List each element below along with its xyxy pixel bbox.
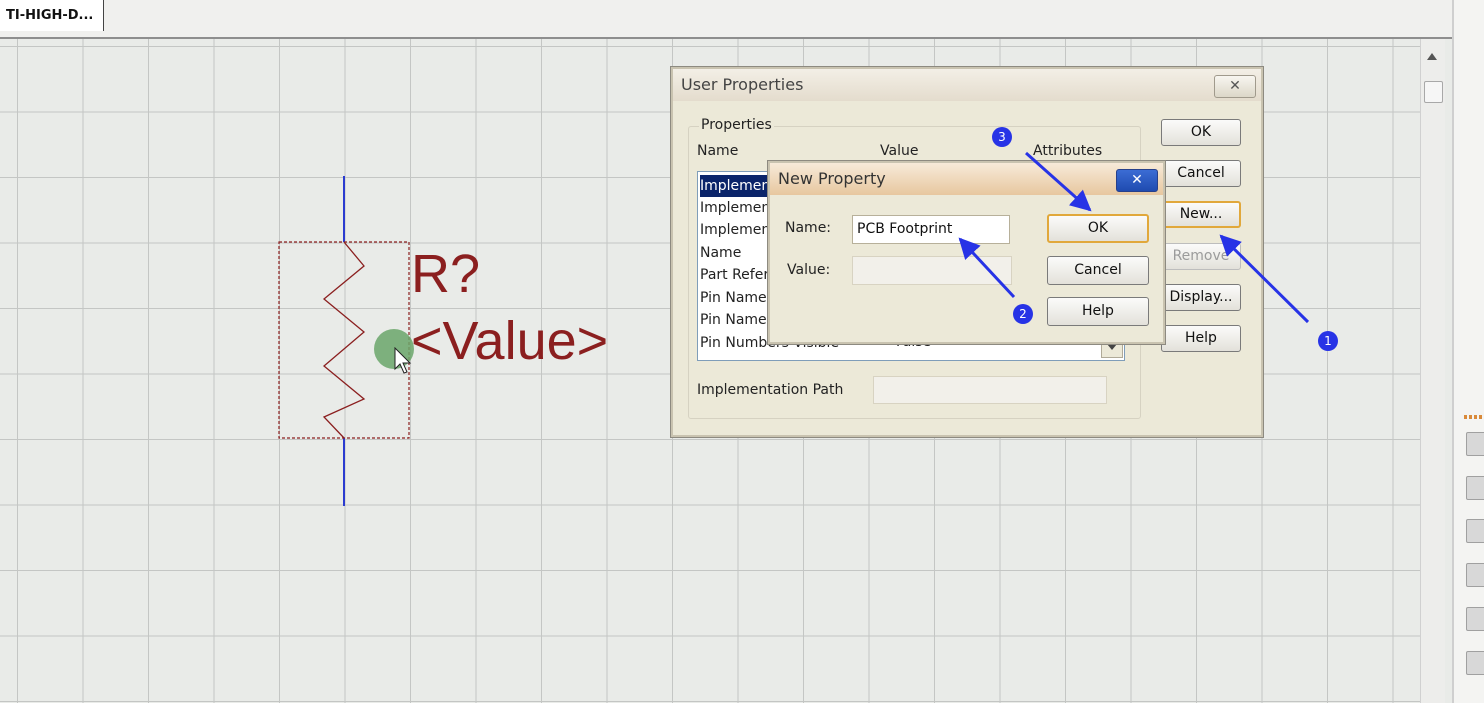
value-label[interactable]: <Value> [411, 311, 608, 371]
close-icon[interactable]: ✕ [1214, 75, 1256, 98]
column-header-value: Value [880, 143, 919, 159]
step-badge-2: 2 [1013, 304, 1033, 324]
list-item[interactable]: Pin Names [700, 309, 774, 331]
close-icon[interactable]: ✕ [1116, 169, 1158, 192]
scroll-up-arrow-icon[interactable] [1427, 53, 1437, 60]
scroll-thumb[interactable] [1424, 81, 1443, 103]
step-badge-3: 3 [992, 127, 1012, 147]
implementation-path-field[interactable] [873, 376, 1107, 404]
tool-icon-5[interactable] [1466, 607, 1484, 631]
mouse-cursor-icon [394, 347, 412, 374]
name-label: Name: [785, 220, 832, 236]
tool-icon-1[interactable] [1466, 432, 1484, 456]
tool-icon-2[interactable] [1466, 476, 1484, 500]
panel-grip [1464, 415, 1484, 419]
cancel-button[interactable]: Cancel [1047, 256, 1149, 285]
list-item[interactable]: Name [700, 242, 741, 264]
tool-icon-6[interactable] [1466, 651, 1484, 675]
value-label: Value: [787, 262, 831, 278]
remove-button[interactable]: Remove [1161, 243, 1241, 270]
column-header-name: Name [697, 143, 739, 159]
properties-group-label: Properties [699, 117, 774, 133]
new-property-titlebar[interactable]: New Property ✕ [770, 163, 1163, 195]
resistor-zigzag [322, 241, 366, 439]
new-button[interactable]: New... [1161, 201, 1241, 228]
list-item[interactable]: Implement [700, 197, 776, 219]
right-tool-panel [1452, 0, 1484, 703]
user-properties-titlebar[interactable]: User Properties ✕ [673, 69, 1261, 101]
display-button[interactable]: Display... [1161, 284, 1241, 311]
tool-icon-4[interactable] [1466, 563, 1484, 587]
cancel-button[interactable]: Cancel [1161, 160, 1241, 187]
new-property-dialog: New Property ✕ Name: PCB Footprint Value… [768, 161, 1165, 344]
step-badge-1: 1 [1318, 331, 1338, 351]
vertical-scrollbar[interactable] [1420, 39, 1445, 703]
dialog-title: User Properties [681, 75, 804, 94]
ok-button[interactable]: OK [1161, 119, 1241, 146]
value-field[interactable] [852, 256, 1012, 285]
reference-designator[interactable]: R? [411, 244, 480, 304]
list-item[interactable]: Part Refer [700, 264, 769, 286]
list-item[interactable]: Pin Names [700, 287, 774, 309]
help-button[interactable]: Help [1161, 325, 1241, 352]
help-button[interactable]: Help [1047, 297, 1149, 326]
list-item[interactable]: Implement [700, 219, 776, 241]
tool-icon-3[interactable] [1466, 519, 1484, 543]
dialog-title: New Property [778, 169, 886, 188]
column-header-attributes: Attributes [1033, 143, 1103, 159]
ok-button[interactable]: OK [1047, 214, 1149, 243]
implementation-path-label: Implementation Path [697, 382, 844, 398]
name-field[interactable]: PCB Footprint [852, 215, 1010, 244]
